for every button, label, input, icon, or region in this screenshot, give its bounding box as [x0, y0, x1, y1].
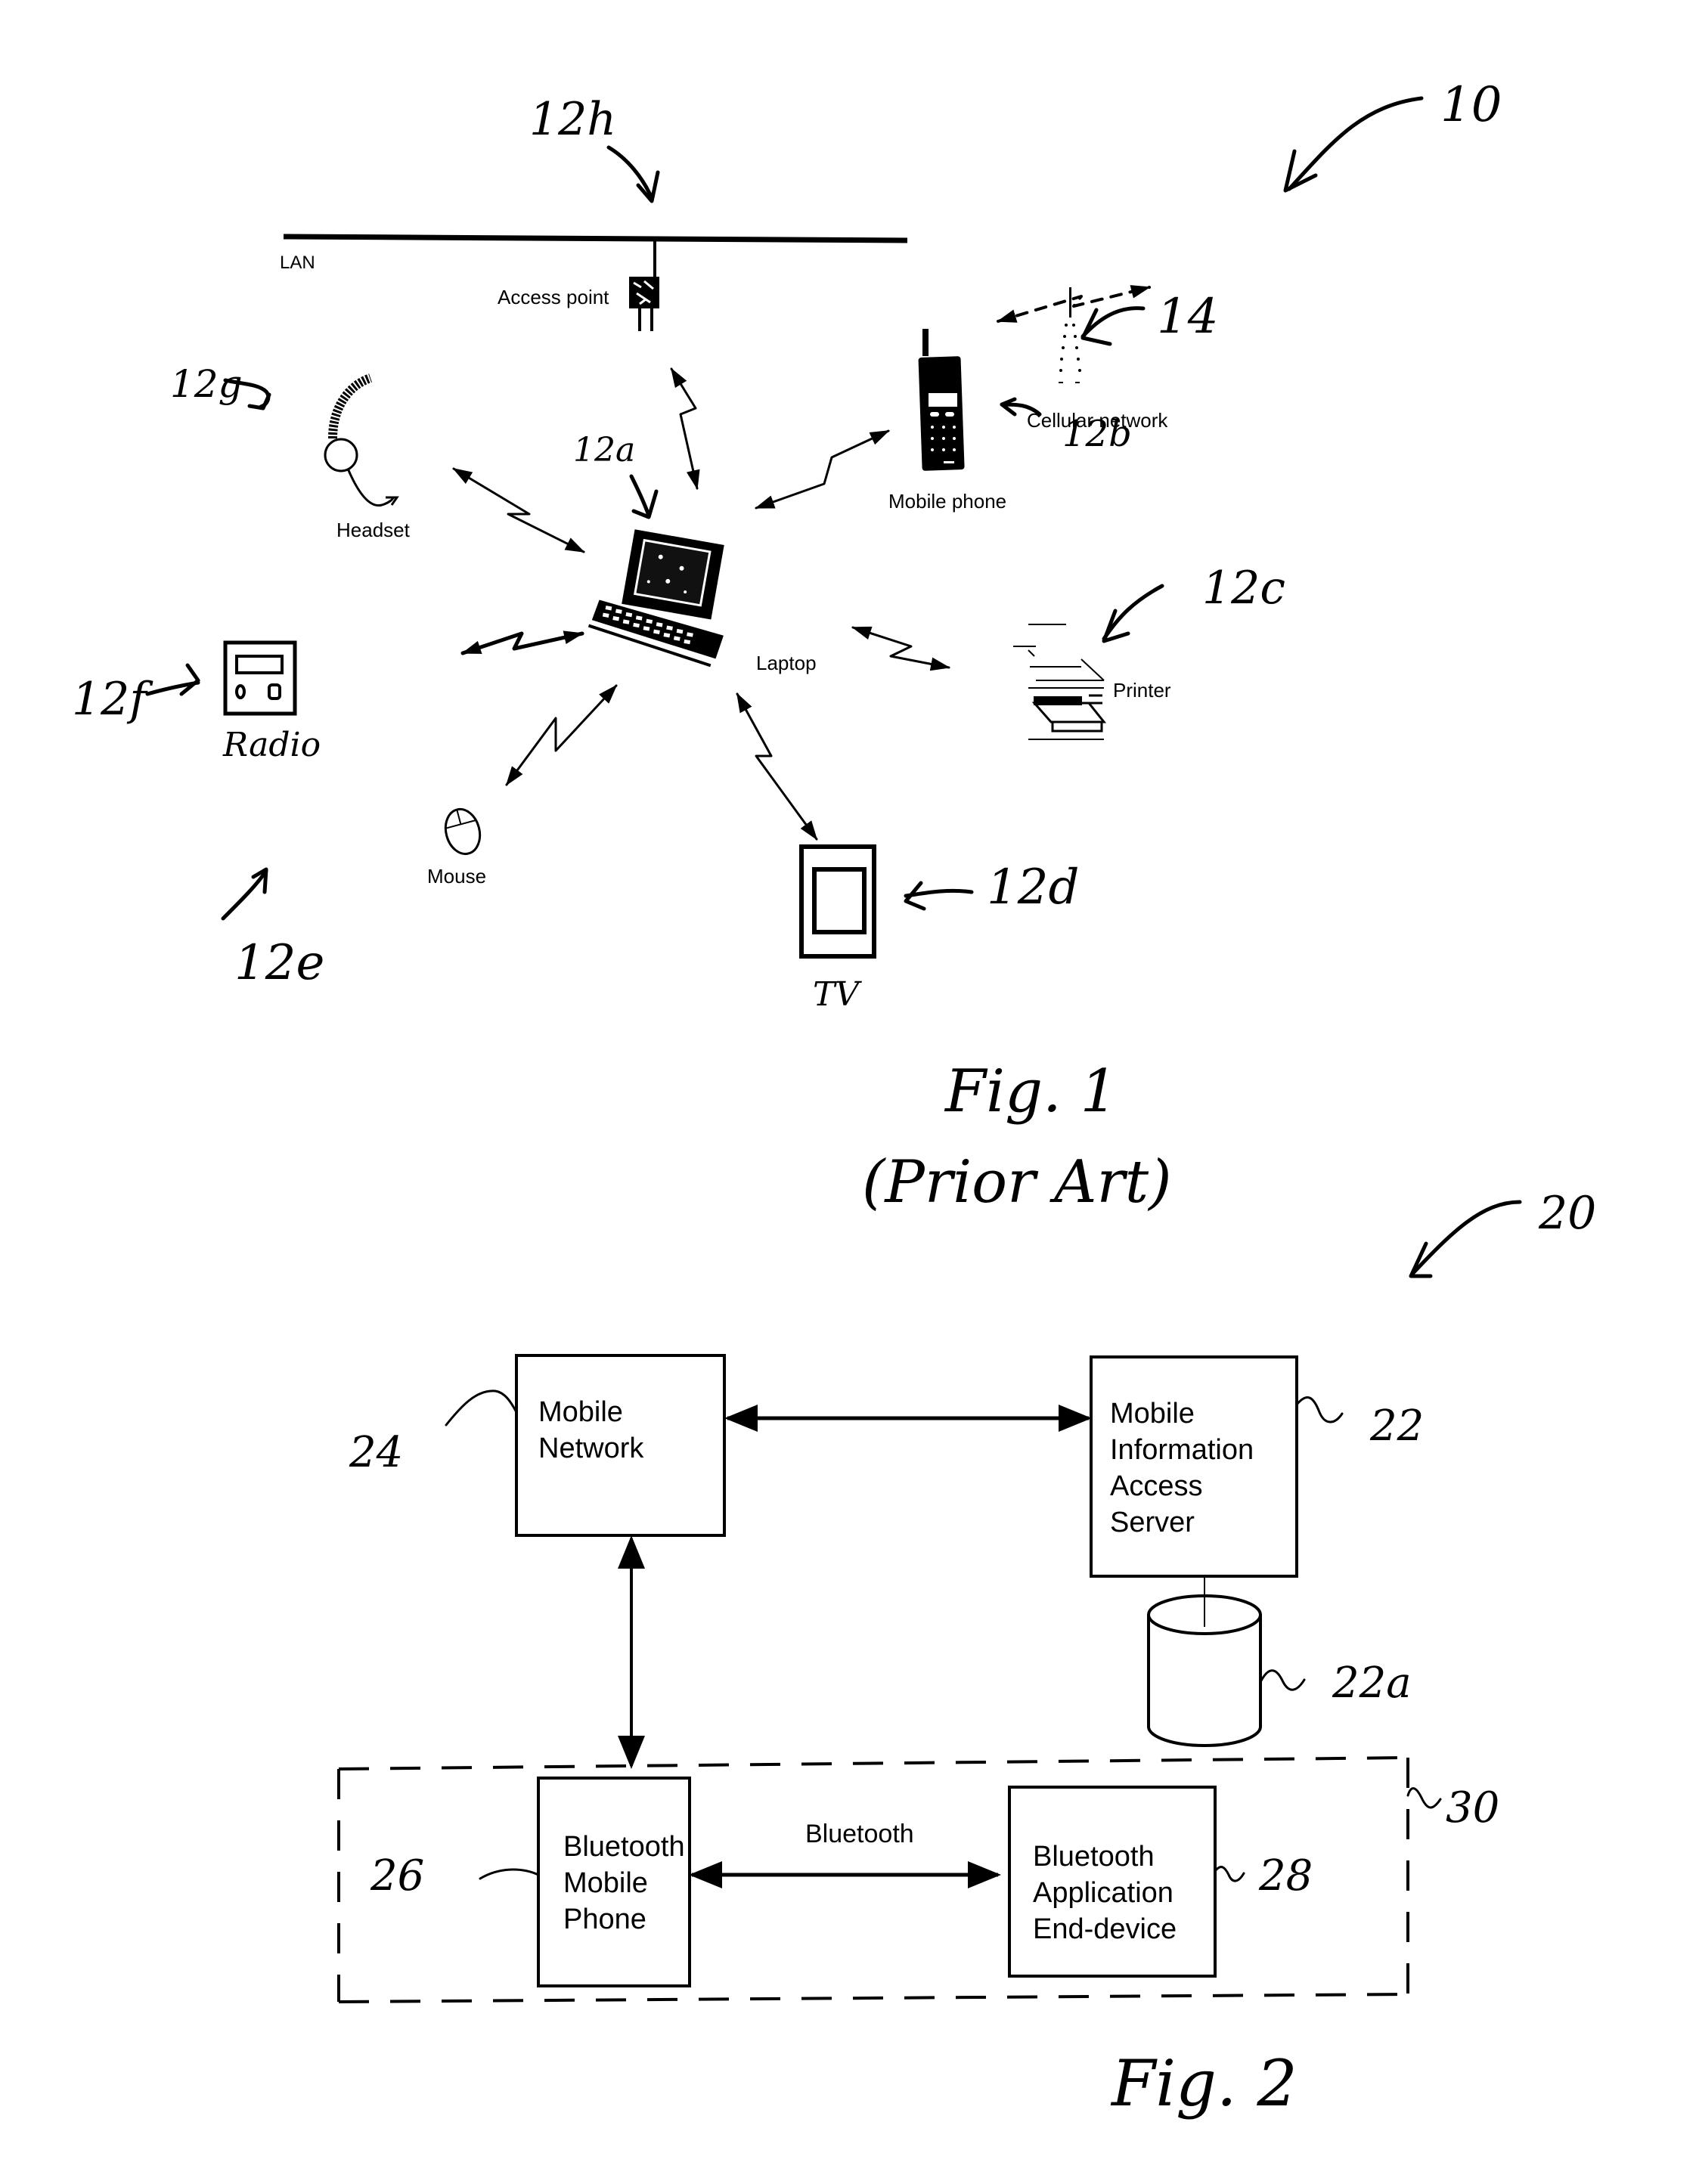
lan: LAN 12h — [280, 93, 908, 273]
ref-leader — [479, 1868, 540, 1880]
lan-ref-arrow — [606, 145, 654, 200]
link-radio-laptop — [460, 630, 584, 655]
mobile-phone-icon — [918, 329, 965, 471]
radio-label: Radio — [222, 726, 321, 764]
mobile-network-block[interactable]: Mobile Network 24 — [349, 1354, 726, 1537]
mouse[interactable]: Mouse 12e — [221, 805, 486, 991]
mouse-ref-label: 12e — [234, 935, 324, 991]
lan-label: LAN — [280, 252, 315, 273]
printer[interactable]: Printer 12c — [1013, 562, 1285, 740]
headset-icon — [324, 373, 399, 507]
group-border-top — [338, 1756, 1411, 1770]
server-block[interactable]: Mobile Information Access Server 22 — [1090, 1355, 1424, 1578]
radio[interactable]: Radio 12f — [72, 640, 321, 764]
mouse-label: Mouse — [427, 865, 486, 888]
group-ref: 30 — [1446, 1783, 1499, 1832]
bluetooth-end-device-ref: 28 — [1258, 1851, 1313, 1901]
tv-label: TV — [813, 975, 862, 1014]
mobile-network-ref: 24 — [349, 1428, 403, 1477]
ref-leader — [1259, 1669, 1306, 1691]
ref-leader — [1214, 1866, 1245, 1882]
bluetooth-group: 30 — [337, 1756, 1499, 2003]
printer-label: Printer — [1113, 679, 1171, 702]
headset-ref-label: 12g — [170, 362, 243, 406]
figure-2: 20 Mobile Network 24 Mobile Information … — [337, 1187, 1596, 2120]
figure-2-caption: Fig. 2 — [1110, 2046, 1298, 2120]
mouse-ref-arrow — [221, 869, 268, 921]
link-laptop-tv — [736, 692, 818, 841]
link-phone-cellular — [997, 285, 1151, 323]
patent-drawing-sheet: 10 LAN 12h Access point Laptop 12a Mobil… — [72, 77, 1596, 2120]
link-mouse-laptop — [505, 684, 618, 786]
tv[interactable]: TV 12d — [799, 844, 1079, 1014]
tv-ref-label: 12d — [987, 860, 1079, 915]
laptop-label: Laptop — [756, 652, 817, 674]
ref-leader — [445, 1389, 518, 1427]
wireless-links — [452, 285, 1151, 841]
figure-1: 10 LAN 12h Access point Laptop 12a Mobil… — [72, 77, 1502, 1216]
arrowhead — [1283, 149, 1318, 193]
mobile-phone-label: Mobile phone — [888, 490, 1006, 513]
arrowhead — [247, 392, 271, 410]
system-ref-10: 10 — [1283, 77, 1502, 193]
tv-icon — [799, 844, 876, 959]
cellular-ref-label: 14 — [1157, 289, 1218, 345]
database[interactable]: 22a — [1147, 1576, 1412, 1747]
radio-ref-label: 12f — [72, 673, 153, 726]
laptop-icon — [588, 529, 724, 668]
laptop-ref-label: 12a — [573, 431, 635, 469]
arrowhead — [179, 663, 200, 696]
bluetooth-link-label: Bluetooth — [805, 1820, 914, 1848]
link-access-point-laptop — [670, 367, 700, 490]
ref-leader — [1406, 1787, 1442, 1809]
server-ref: 22 — [1369, 1402, 1424, 1451]
cellular-network-label: Cellular network — [1027, 409, 1168, 432]
link-laptop-printer — [851, 626, 950, 671]
figure-1-subcaption: (Prior Art) — [862, 1148, 1172, 1216]
figure-1-caption: Fig. 1 — [944, 1058, 1118, 1126]
bluetooth-end-device-block[interactable]: Bluetooth Application End-device 28 — [1008, 1786, 1313, 1978]
access-point-label: Access point — [498, 286, 609, 308]
arrowhead — [1000, 397, 1017, 417]
lan-bus-line — [283, 234, 908, 243]
leader-arrow — [1410, 1200, 1522, 1276]
cellular-network[interactable]: Cellular network 14 — [1027, 287, 1218, 432]
headset-label: Headset — [336, 519, 411, 541]
ref-label: 20 — [1538, 1187, 1596, 1240]
access-point: Access point — [498, 240, 659, 331]
bluetooth-phone-ref: 26 — [370, 1851, 424, 1901]
lan-ref-label: 12h — [529, 93, 616, 146]
group-border-bottom — [338, 1993, 1409, 2003]
ref-leader — [1295, 1396, 1344, 1423]
database-ref: 22a — [1332, 1659, 1412, 1708]
bluetooth-end-device-text: Bluetooth Application End-device — [1033, 1841, 1181, 1945]
bluetooth-phone-block[interactable]: Bluetooth Mobile Phone 26 — [370, 1777, 693, 1987]
mouse-icon — [444, 807, 482, 856]
printer-ref-label: 12c — [1202, 562, 1285, 615]
printer-ref-arrow — [1102, 584, 1164, 641]
server-box — [1090, 1355, 1298, 1578]
system-ref-20: 20 — [1409, 1187, 1596, 1278]
radio-icon — [223, 640, 297, 716]
headset[interactable]: Headset 12g — [170, 362, 411, 541]
ref-label: 10 — [1440, 77, 1502, 133]
link-phone-laptop — [755, 429, 890, 510]
printer-icon — [1013, 624, 1107, 740]
link-headset-laptop — [452, 467, 585, 553]
leader-arrow — [1287, 96, 1424, 191]
laptop[interactable]: Laptop 12a — [573, 431, 817, 674]
